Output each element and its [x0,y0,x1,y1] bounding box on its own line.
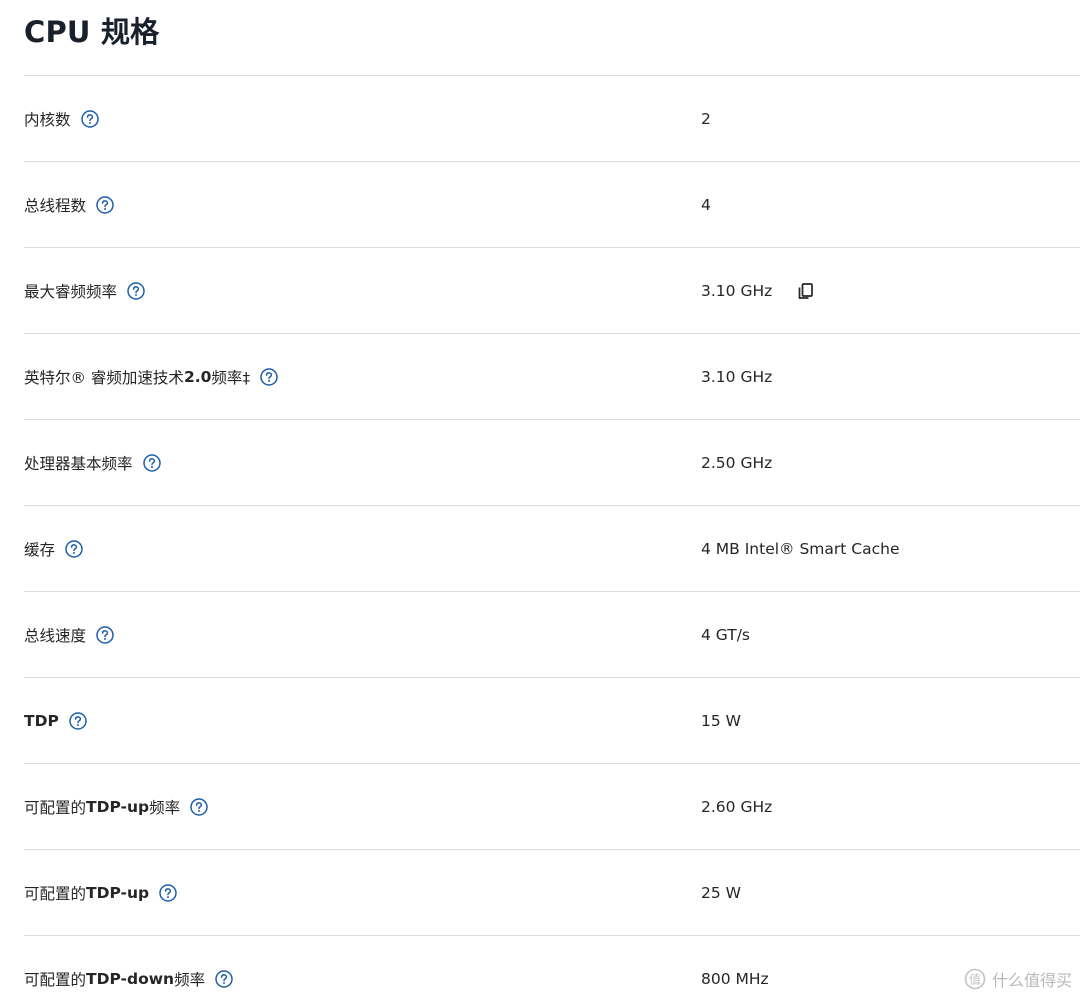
spec-value: 25 W [701,850,741,935]
spec-value: 4 GT/s [701,592,750,677]
question-circle-icon[interactable] [159,883,177,902]
spec-list: 内核数 2 总线程数 4 最大睿频频率 3.10 GHz 英特尔® 睿频加速技术 2.0 频… [24,75,1080,999]
spec-value-text: 800 MHz [701,969,769,988]
spec-label-text: 可配置的 [24,970,87,989]
spec-value: 3.10 GHz [701,248,816,333]
spec-value: 3.10 GHz [701,334,772,419]
spec-label: TDP [24,678,87,763]
question-circle-icon[interactable] [96,195,114,214]
spec-label: 最大睿频频率 [24,248,145,333]
spec-value: 800 MHz [701,936,769,999]
spec-label: 可配置的 TDP-up 频率 [24,764,208,849]
spec-value-text: 3.10 GHz [701,367,773,386]
spec-label-text: 频率 [174,970,206,989]
spec-label: 处理器基本频率 [24,420,161,505]
spec-value-text: 4 MB Intel® Smart Cache [701,539,900,558]
copy-icon[interactable] [796,281,816,301]
spec-value-text: 4 GT/s [701,625,751,644]
spec-row: 可配置的 TDP-up 频率 2.60 GHz [24,763,1080,849]
spec-label: 可配置的 TDP-up [24,850,177,935]
spec-label-text: TDP-up [86,797,150,816]
question-circle-icon[interactable] [215,969,233,988]
spec-label-text: 可配置的 [24,798,87,817]
spec-label-text: TDP-down [86,969,175,988]
spec-row: 内核数 2 [24,75,1080,161]
spec-row: 最大睿频频率 3.10 GHz [24,247,1080,333]
spec-label-text: TDP-up [86,883,150,902]
spec-value: 2 [701,76,711,161]
spec-value: 2.60 GHz [701,764,772,849]
spec-value-text: 2.60 GHz [701,797,773,816]
spec-row: 缓存 4 MB Intel® Smart Cache [24,505,1080,591]
spec-value: 4 [701,162,711,247]
spec-value: 15 W [701,678,741,763]
spec-row: TDP 15 W [24,677,1080,763]
watermark-logo-icon: 值 [964,968,986,990]
spec-value-text: 3.10 GHz [701,281,773,300]
spec-label: 内核数 [24,76,99,161]
cpu-spec-page: CPU 规格 内核数 2 总线程数 4 最大睿频频率 3.10 GHz 英特尔® 睿频加速技… [0,0,1080,999]
spec-row: 总线程数 4 [24,161,1080,247]
spec-value: 2.50 GHz [701,420,772,505]
question-circle-icon[interactable] [260,367,278,386]
spec-label-text: TDP [24,711,59,730]
question-circle-icon[interactable] [127,281,145,300]
spec-label-text: 总线程数 [24,196,87,215]
watermark: 值 什么值得买 [964,967,1072,991]
spec-label: 英特尔® 睿频加速技术 2.0 频率‡ [24,334,278,419]
spec-label-text: 可配置的 [24,884,87,903]
spec-label-text: 2.0 [183,367,212,386]
watermark-text: 什么值得买 [991,971,1072,990]
spec-row: 英特尔® 睿频加速技术 2.0 频率‡ 3.10 GHz [24,333,1080,419]
spec-row: 处理器基本频率 2.50 GHz [24,419,1080,505]
spec-value-text: 15 W [701,711,741,730]
spec-label-text: 总线速度 [24,626,87,645]
spec-value-text: 25 W [701,883,741,902]
spec-row: 总线速度 4 GT/s [24,591,1080,677]
spec-label: 可配置的 TDP-down 频率 [24,936,233,999]
spec-label-text: 缓存 [24,540,56,559]
spec-label-text: 最大睿频频率 [24,282,118,301]
question-circle-icon[interactable] [96,625,114,644]
spec-label-text: 频率‡ [211,368,251,387]
svg-text:值: 值 [969,972,981,987]
spec-value-text: 2 [701,109,711,128]
spec-row: 可配置的 TDP-down 频率 800 MHz [24,935,1080,999]
question-circle-icon[interactable] [69,711,87,730]
spec-value: 4 MB Intel® Smart Cache [701,506,899,591]
section-title: CPU 规格 [24,15,160,49]
question-circle-icon[interactable] [80,109,99,128]
question-circle-icon[interactable] [190,797,208,816]
spec-value-text: 4 [701,195,711,214]
spec-label-text: 频率 [149,798,181,817]
question-circle-icon[interactable] [142,453,161,472]
spec-label-text: 内核数 [24,110,71,129]
question-circle-icon[interactable] [65,539,83,558]
spec-label: 总线速度 [24,592,114,677]
spec-label: 缓存 [24,506,83,591]
spec-label-text: 英特尔® 睿频加速技术 [24,368,184,387]
spec-label-text: 处理器基本频率 [24,454,133,473]
spec-value-text: 2.50 GHz [701,453,773,472]
spec-row: 可配置的 TDP-up 25 W [24,849,1080,935]
spec-label: 总线程数 [24,162,114,247]
